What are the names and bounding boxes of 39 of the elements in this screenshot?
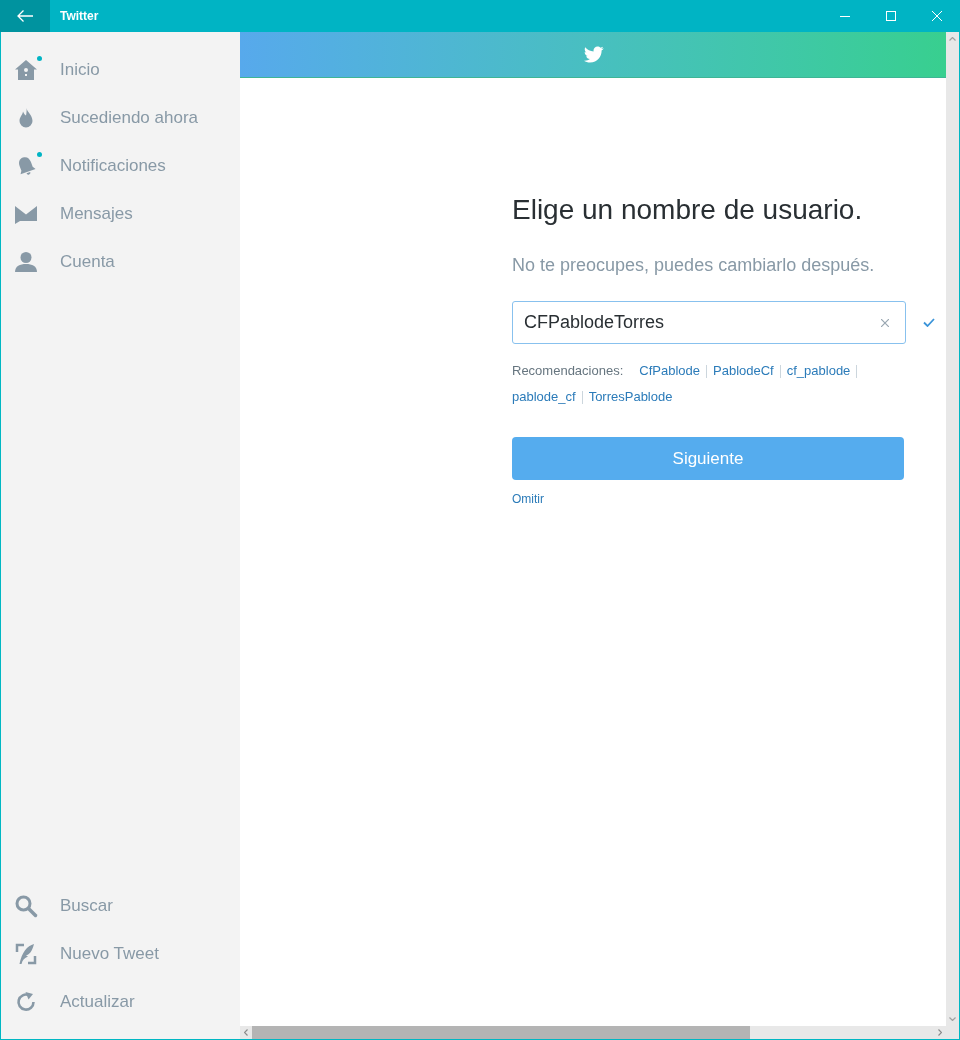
- back-button[interactable]: [0, 0, 50, 32]
- sidebar-item[interactable]: Cuenta: [1, 238, 240, 286]
- vertical-scrollbar[interactable]: [946, 32, 959, 1026]
- next-button[interactable]: Siguiente: [512, 437, 904, 480]
- skip-link[interactable]: Omitir: [512, 491, 544, 507]
- sidebar-item[interactable]: Buscar: [1, 882, 240, 930]
- username-suggestion-link[interactable]: TorresPablode: [588, 388, 673, 406]
- search-icon: [14, 894, 38, 918]
- chevron-left-icon[interactable]: [244, 1029, 248, 1036]
- heading: Elige un nombre de usuario.: [512, 193, 863, 227]
- username-suggestion-link[interactable]: cf_pablode: [786, 362, 851, 380]
- feather-icon: [14, 942, 38, 966]
- chevron-up-icon[interactable]: [949, 37, 956, 41]
- minimize-icon: [840, 15, 850, 17]
- username-suggestion-link[interactable]: pablode_cf: [512, 388, 576, 406]
- close-icon: [932, 11, 942, 21]
- chevron-right-icon[interactable]: [938, 1029, 942, 1036]
- person-icon: [14, 250, 38, 274]
- sidebar-item[interactable]: Nuevo Tweet: [1, 930, 240, 978]
- sidebar-item[interactable]: Notificaciones: [1, 142, 240, 190]
- bird-icon: [582, 46, 604, 63]
- maximize-icon: [886, 11, 896, 21]
- username-field[interactable]: CFPablodeTorres: [512, 301, 906, 344]
- horizontal-scrollbar[interactable]: [240, 1026, 946, 1039]
- sidebar-item[interactable]: Mensajes: [1, 190, 240, 238]
- back-arrow-icon: [17, 10, 33, 22]
- scrollbar-thumb[interactable]: [252, 1026, 750, 1039]
- sidebar-item[interactable]: Actualizar: [1, 978, 240, 1026]
- username-suggestion-link[interactable]: CfPablode: [639, 362, 700, 380]
- subtitle: No te preocupes, puedes cambiarlo después.: [512, 254, 875, 277]
- chevron-down-icon[interactable]: [949, 1017, 956, 1021]
- clear-icon[interactable]: [881, 319, 889, 327]
- window-title: Twitter: [60, 8, 99, 25]
- username-suggestion-link[interactable]: PablodeCf: [713, 362, 774, 380]
- home-icon: [14, 58, 38, 82]
- sidebar-item[interactable]: Inicio: [1, 46, 240, 94]
- sidebar-item[interactable]: Sucediendo ahora: [1, 94, 240, 142]
- refresh-icon: [14, 990, 38, 1014]
- recommendations-label: Recomendaciones:: [512, 362, 624, 380]
